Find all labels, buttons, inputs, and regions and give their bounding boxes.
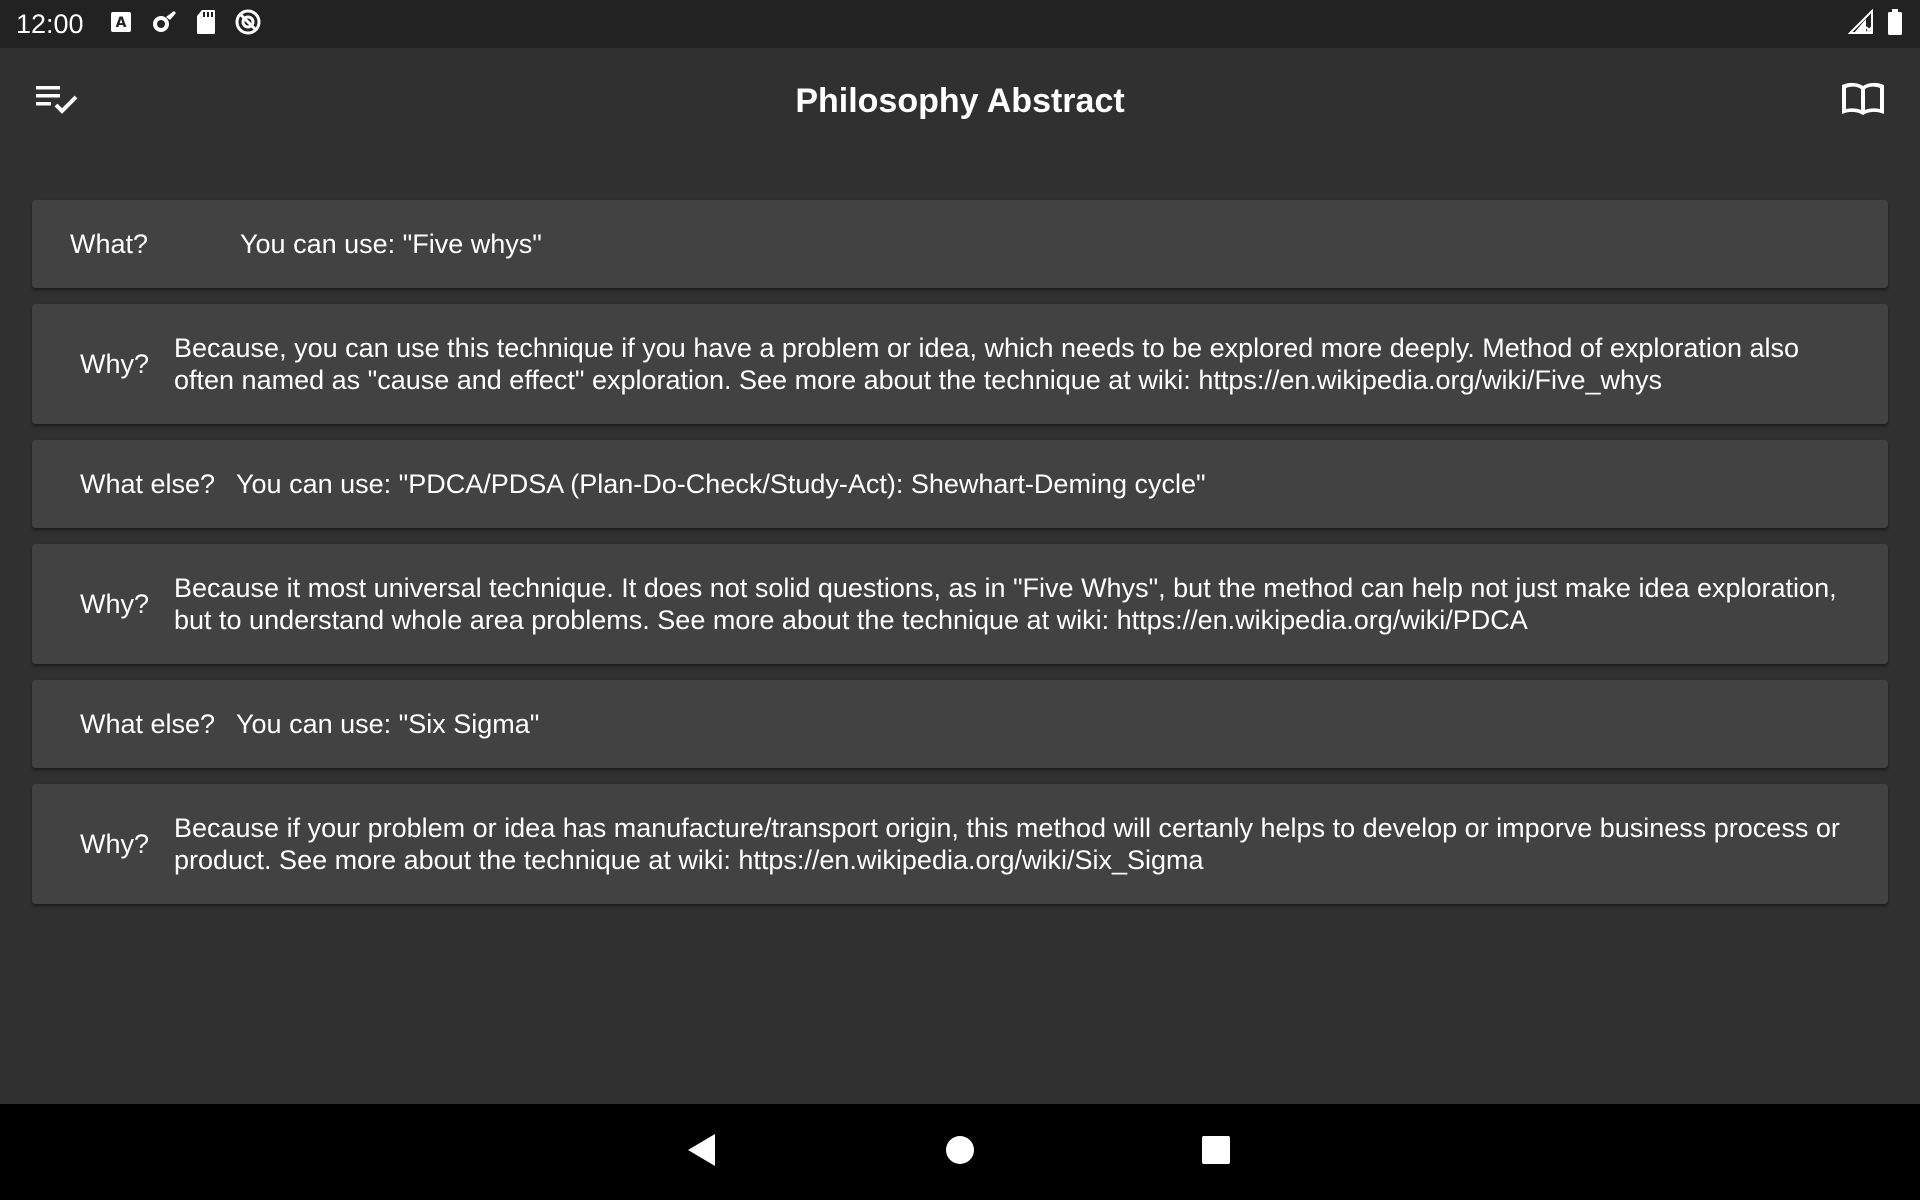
back-icon: [685, 1131, 719, 1174]
card-list: What? You can use: "Five whys" Why? Beca…: [32, 200, 1888, 920]
card-label: Why?: [80, 829, 150, 859]
home-button[interactable]: [930, 1122, 990, 1182]
recents-button[interactable]: [1186, 1122, 1246, 1182]
card-label: Why?: [80, 589, 150, 619]
recents-icon: [1199, 1133, 1233, 1172]
sync-circle-icon: [234, 8, 262, 41]
status-bar: 12:00 A: [0, 0, 1920, 48]
card-what-else[interactable]: What else? You can use: "PDCA/PDSA (Plan…: [32, 440, 1888, 528]
card-label: What else?: [80, 709, 216, 739]
book-open-icon: [1839, 80, 1887, 123]
navigation-bar: [0, 1104, 1920, 1200]
sd-card-icon: [196, 9, 216, 40]
card-text: Because if your problem or idea has manu…: [174, 813, 1840, 875]
status-icons-right: [1847, 8, 1904, 41]
status-icons-left: A: [110, 8, 262, 41]
app-bar: Philosophy Abstract: [0, 48, 1920, 160]
card-label: Why?: [80, 349, 150, 379]
home-icon: [943, 1133, 977, 1172]
card-what[interactable]: What? You can use: "Five whys": [32, 200, 1888, 288]
card-why[interactable]: Why? Because it most universal technique…: [32, 544, 1888, 664]
status-time: 12:00: [16, 8, 84, 39]
card-what-else[interactable]: What else? You can use: "Six Sigma": [32, 680, 1888, 768]
card-text: Because, you can use this technique if y…: [174, 333, 1799, 395]
card-text: Because it most universal technique. It …: [174, 573, 1837, 635]
signal-icon: [1847, 8, 1874, 40]
card-label: What else?: [80, 469, 216, 499]
font-a-icon: A: [110, 10, 132, 39]
card-why[interactable]: Why? Because if your problem or idea has…: [32, 784, 1888, 904]
card-text: You can use: "PDCA/PDSA (Plan-Do-Check/S…: [236, 469, 1206, 499]
card-text: You can use: "Six Sigma": [236, 709, 540, 739]
card-text: You can use: "Five whys": [240, 229, 542, 259]
book-button[interactable]: [1828, 76, 1898, 126]
svg-text:A: A: [115, 15, 126, 31]
back-button[interactable]: [672, 1122, 732, 1182]
page-title: Philosophy Abstract: [795, 82, 1125, 120]
card-why[interactable]: Why? Because, you can use this technique…: [32, 304, 1888, 424]
card-label: What?: [70, 229, 149, 259]
battery-icon: [1886, 8, 1904, 41]
settings-gear-icon: [150, 9, 178, 40]
